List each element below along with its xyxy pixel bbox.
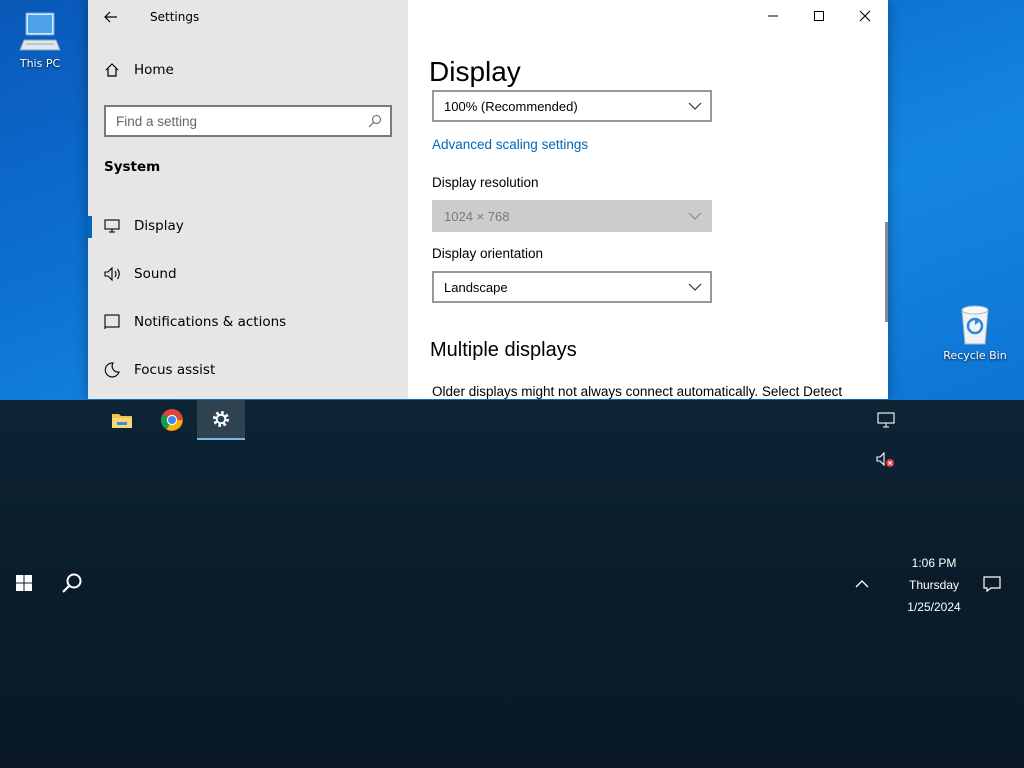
notification-icon [104,314,120,329]
scale-dropdown[interactable]: 100% (Recommended) [432,90,712,122]
desktop-icon-label: Recycle Bin [943,349,1007,362]
chevron-down-icon [688,102,702,110]
resolution-label: Display resolution [432,175,539,190]
multiple-displays-heading: Multiple displays [430,339,577,361]
clock-date: 1/25/2024 [907,600,961,614]
sidebar-item-display[interactable]: Display [88,206,408,246]
taskbar [0,400,1024,768]
minimize-icon [768,15,778,17]
back-button[interactable] [98,5,124,29]
sidebar-item-label: Focus assist [134,362,216,378]
sidebar-item-label: Notifications & actions [134,314,287,330]
sidebar-item-label: Sound [134,266,177,282]
taskbar-clock[interactable]: 1:06 PM Thursday 1/25/2024 [890,552,978,618]
home-nav-item[interactable]: Home [104,62,174,78]
section-heading: System [104,159,161,175]
page-title: Display [429,56,521,87]
close-button[interactable] [842,0,888,32]
search-icon [62,573,82,593]
clock-time: 1:06 PM [911,556,957,570]
chrome-icon [161,409,183,431]
recycle-bin-icon [961,305,989,345]
minimize-button[interactable] [750,0,796,32]
folder-icon [112,414,132,428]
moon-icon [104,362,120,378]
speaker-icon [104,267,120,281]
sidebar-item-label: Display [134,218,184,234]
computer-icon [19,12,61,51]
resolution-dropdown[interactable]: 1024 × 768 [432,200,712,232]
resolution-value: 1024 × 768 [444,208,510,224]
chevron-up-icon [855,580,869,588]
monitor-icon [104,219,120,233]
desktop-icon-label: This PC [19,57,61,70]
close-icon [859,10,871,22]
home-icon [105,63,119,77]
network-icon [877,412,895,428]
home-label: Home [134,62,174,78]
taskbar-settings[interactable] [197,400,245,440]
window-title: Settings [150,10,200,24]
chevron-down-icon [688,212,702,220]
windows-logo-icon [16,575,32,591]
scrollbar-thumb[interactable] [885,222,888,322]
action-center-button[interactable] [980,574,1004,594]
search-input[interactable] [116,113,356,129]
sidebar-item-notifications[interactable]: Notifications & actions [88,302,408,342]
orientation-value: Landscape [444,279,508,295]
multiple-displays-text: Older displays might not always connect … [432,384,843,399]
maximize-icon [814,11,824,21]
title-bar: Settings [88,0,408,34]
start-button[interactable] [0,563,48,603]
taskbar-file-explorer[interactable] [98,400,146,440]
taskbar-chrome[interactable] [148,400,196,440]
scale-value: 100% (Recommended) [444,98,578,114]
chevron-down-icon [688,283,702,291]
sidebar-item-focus-assist[interactable]: Focus assist [88,350,408,390]
search-icon [368,114,382,128]
tray-volume[interactable] [874,450,898,470]
search-box[interactable] [104,105,392,137]
sidebar: Settings Home System [88,0,408,399]
action-center-icon [983,576,1001,593]
volume-muted-icon [876,452,894,467]
show-hidden-icons-button[interactable] [850,574,874,594]
advanced-scaling-link[interactable]: Advanced scaling settings [432,137,588,152]
tray-network[interactable] [874,410,898,430]
clock-day: Thursday [908,578,960,592]
back-arrow-icon [104,11,117,23]
main-content: Display 100% (Recommended) Advanced scal… [408,0,888,399]
settings-window: Settings Home System [88,0,888,399]
orientation-dropdown[interactable]: Landscape [432,271,712,303]
maximize-button[interactable] [796,0,842,32]
gear-icon [213,411,229,427]
sidebar-item-sound[interactable]: Sound [88,254,408,294]
desktop: This PC Recycle Bin Settings Home Find a… [0,0,1024,400]
desktop-icon-recycle-bin[interactable]: Recycle Bin [935,302,1015,362]
desktop-icon-this-pc[interactable]: This PC [0,10,80,70]
search-button[interactable] [48,563,96,603]
orientation-label: Display orientation [432,246,544,261]
